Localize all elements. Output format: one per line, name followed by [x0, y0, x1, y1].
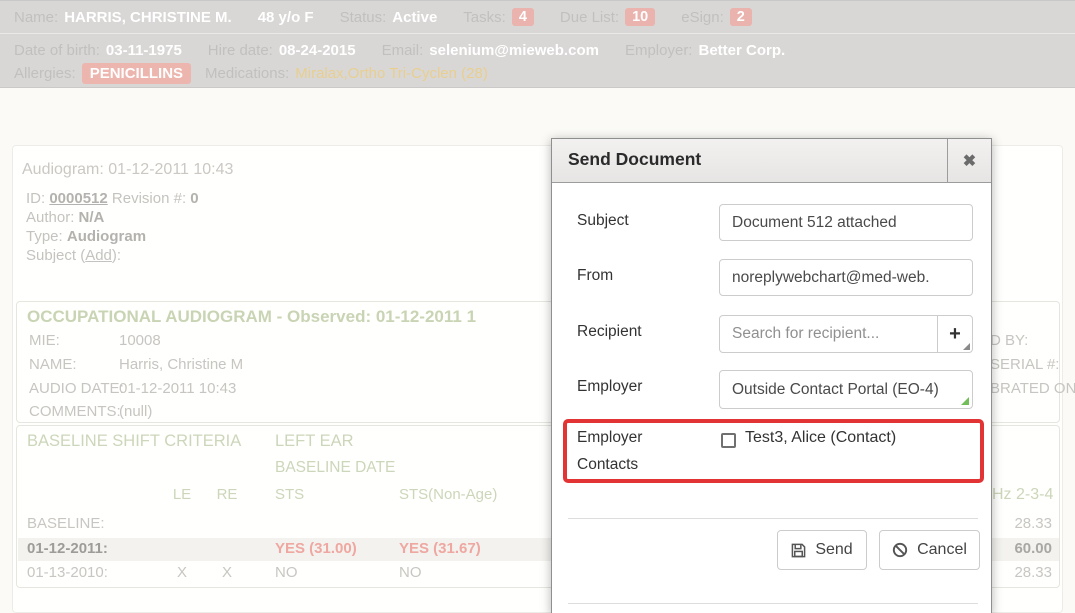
medications-label: Medications:	[205, 65, 289, 82]
status-label: Status:	[340, 9, 387, 26]
employer-contact-checkbox[interactable]	[721, 433, 736, 448]
banner-divider	[0, 33, 1075, 34]
employer-contacts-label: EmployerContacts	[577, 424, 642, 478]
dob-label: Date of birth:	[14, 42, 100, 59]
doc-subject-suffix: ):	[112, 247, 121, 264]
doc-author-value: N/A	[79, 209, 105, 226]
modal-header: Send Document ✖	[552, 139, 991, 183]
cancel-button[interactable]: Cancel	[879, 530, 980, 570]
employer-select[interactable]: Outside Contact Portal (EO-4)	[719, 370, 973, 409]
patient-email: selenium@mieweb.com	[429, 42, 599, 59]
recipient-field-group: Search for recipient... +	[719, 315, 973, 353]
doc-type-label: Type:	[26, 228, 63, 245]
doc-type-value: Audiogram	[67, 228, 146, 245]
save-icon	[791, 543, 806, 558]
send-button[interactable]: Send	[777, 530, 867, 570]
dropdown-grip-icon	[961, 397, 969, 405]
patient-employer: Better Corp.	[698, 42, 785, 59]
email-label: Email:	[382, 42, 424, 59]
name-label: Name:	[14, 9, 58, 26]
medication-link-2[interactable]: Ortho Tri-Cyclen (28)	[348, 65, 488, 82]
document-title: Audiogram: 01-12-2011 10:43	[22, 161, 233, 179]
patient-name: HARRIS, CHRISTINE M.	[64, 9, 232, 26]
close-icon[interactable]: ✖	[947, 139, 991, 182]
report-title: OCCUPATIONAL AUDIOGRAM - Observed: 01-12…	[27, 307, 476, 327]
doc-id-label: ID:	[26, 190, 45, 207]
resize-grip-icon[interactable]	[963, 343, 970, 350]
subject-input[interactable]: Document 512 attached	[719, 204, 973, 241]
patient-dob: 03-11-1975	[106, 42, 182, 59]
esign-label: eSign:	[681, 9, 724, 26]
allergies-label: Allergies:	[14, 65, 76, 82]
column-sts: STS	[275, 486, 304, 503]
employer-label: Employer:	[625, 42, 693, 59]
column-le: LE	[167, 486, 197, 503]
recipient-search-input[interactable]: Search for recipient...	[720, 316, 938, 352]
serial-fragment: SERIAL #:	[990, 356, 1059, 373]
employer-select-value: Outside Contact Portal (EO-4)	[732, 381, 939, 399]
esign-count-badge[interactable]: 2	[730, 8, 752, 26]
subject-label: Subject	[577, 212, 629, 230]
cancel-button-label: Cancel	[917, 541, 967, 559]
tested-by-fragment: D BY:	[990, 332, 1028, 349]
doc-subject-label: Subject (	[26, 247, 85, 264]
calibrated-fragment: BRATED ON	[990, 380, 1075, 397]
baseline-section-title: BASELINE SHIFT CRITERIA	[27, 432, 241, 451]
patient-banner-row-2: Date of birth: 03-11-1975 Hire date: 08-…	[14, 38, 1069, 62]
doc-id-link[interactable]: 0000512	[49, 190, 107, 207]
subject-add-link[interactable]: Add	[85, 247, 112, 264]
modal-title: Send Document	[568, 149, 701, 170]
patient-status: Active	[392, 9, 437, 26]
patient-banner: Name: HARRIS, CHRISTINE M. 48 y/o F Stat…	[0, 0, 1075, 88]
tasks-count-badge[interactable]: 4	[512, 8, 534, 26]
due-list-label: Due List:	[560, 9, 619, 26]
allergy-badge[interactable]: PENICILLINS	[82, 63, 191, 84]
patient-banner-row-3: Allergies: PENICILLINS Medications: Mira…	[14, 61, 1069, 85]
footer-divider	[568, 518, 978, 519]
due-list-count-badge[interactable]: 10	[625, 8, 655, 26]
send-button-label: Send	[815, 541, 852, 559]
left-ear-header: LEFT EAR	[275, 432, 354, 451]
doc-revision-value: 0	[190, 190, 198, 207]
column-hz-avg: Hz 2-3-4	[992, 486, 1053, 504]
employer-contact-option[interactable]: Test3, Alice (Contact)	[745, 429, 896, 447]
send-document-modal: Send Document ✖ Subject Document 512 att…	[551, 138, 992, 613]
medication-link-1[interactable]: Miralax	[295, 65, 343, 82]
employer-field-label: Employer	[577, 378, 642, 396]
ban-icon	[892, 542, 908, 558]
tasks-label: Tasks:	[463, 9, 506, 26]
baseline-date-header: BASELINE DATE	[275, 459, 395, 477]
patient-age-sex: 48 y/o F	[258, 9, 314, 26]
column-sts-non-age: STS(Non-Age)	[399, 486, 497, 503]
from-label: From	[577, 267, 613, 285]
recipient-label: Recipient	[577, 323, 642, 341]
document-meta: ID: 0000512 Revision #: 0 Author: N/A Ty…	[26, 190, 526, 270]
hire-date-label: Hire date:	[208, 42, 273, 59]
doc-author-label: Author:	[26, 209, 74, 226]
column-re: RE	[212, 486, 242, 503]
patient-banner-row-1: Name: HARRIS, CHRISTINE M. 48 y/o F Stat…	[14, 5, 1069, 29]
doc-revision-label: Revision #:	[112, 190, 186, 207]
bottom-divider	[568, 603, 978, 604]
from-input[interactable]: noreplywebchart@med-web.	[719, 259, 973, 296]
patient-hire-date: 08-24-2015	[279, 42, 356, 59]
